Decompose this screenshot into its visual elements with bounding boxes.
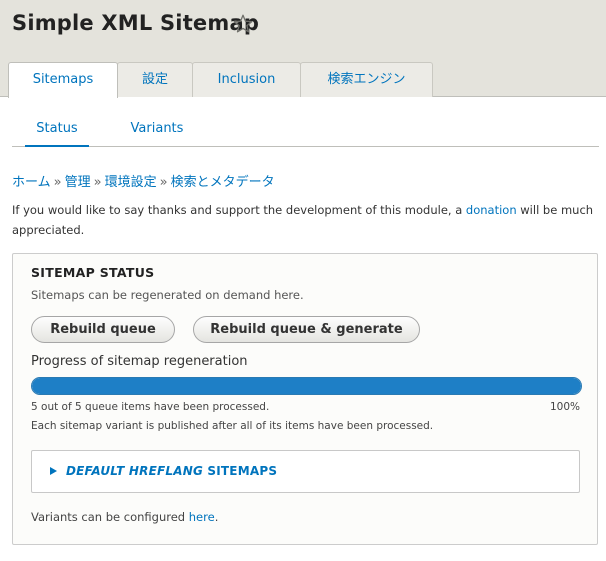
page-title: Simple XML Sitemap bbox=[12, 11, 260, 35]
variants-note-end: . bbox=[214, 510, 219, 524]
details-summary[interactable]: DEFAULT HREFLANG SITEMAPS bbox=[66, 464, 277, 478]
primary-tabs: Sitemaps 設定 Inclusion 検索エンジン bbox=[8, 62, 433, 98]
rebuild-queue-button[interactable]: Rebuild queue bbox=[31, 316, 175, 343]
tab-variants[interactable]: Variants bbox=[123, 114, 191, 147]
breadcrumb-admin[interactable]: 管理 bbox=[65, 175, 91, 190]
progress-message: 5 out of 5 queue items have been process… bbox=[31, 401, 270, 413]
donation-link[interactable]: donation bbox=[466, 203, 517, 217]
triangle-right-icon bbox=[50, 467, 57, 475]
sitemap-status-fieldset: SITEMAP STATUS Sitemaps can be regenerat… bbox=[12, 253, 598, 545]
breadcrumb-separator: » bbox=[93, 175, 102, 190]
tab-inclusion[interactable]: Inclusion bbox=[192, 62, 301, 97]
breadcrumb-separator: » bbox=[53, 175, 62, 190]
details-summary-rest: SITEMAPS bbox=[203, 464, 278, 478]
breadcrumb-search-metadata[interactable]: 検索とメタデータ bbox=[171, 175, 275, 190]
breadcrumb: ホーム» 管理» 環境設定» 検索とメタデータ bbox=[12, 171, 275, 190]
variants-note-text: Variants can be configured bbox=[31, 510, 189, 524]
tab-status[interactable]: Status bbox=[25, 114, 89, 147]
details-default-hreflang[interactable]: DEFAULT HREFLANG SITEMAPS bbox=[31, 450, 580, 493]
breadcrumb-config[interactable]: 環境設定 bbox=[105, 175, 157, 190]
progress-title: Progress of sitemap regeneration bbox=[31, 354, 248, 369]
variants-here-link[interactable]: here bbox=[189, 510, 215, 524]
tab-sitemaps[interactable]: Sitemaps bbox=[8, 62, 118, 98]
rebuild-queue-generate-button[interactable]: Rebuild queue & generate bbox=[193, 316, 420, 343]
progress-bar bbox=[31, 377, 582, 395]
donation-text: If you would like to say thanks and supp… bbox=[12, 203, 466, 217]
tab-search-engines[interactable]: 検索エンジン bbox=[300, 62, 433, 97]
progress-note: Each sitemap variant is published after … bbox=[31, 420, 434, 432]
details-summary-italic: DEFAULT HREFLANG bbox=[66, 464, 204, 478]
donation-message: If you would like to say thanks and supp… bbox=[12, 200, 597, 240]
progress-percent: 100% bbox=[549, 401, 580, 413]
breadcrumb-separator: » bbox=[159, 175, 168, 190]
breadcrumb-home[interactable]: ホーム bbox=[12, 175, 51, 190]
fieldset-description: Sitemaps can be regenerated on demand he… bbox=[31, 288, 304, 302]
progress-fill bbox=[32, 378, 581, 394]
secondary-tabs: Status Variants bbox=[12, 114, 599, 147]
fieldset-legend: SITEMAP STATUS bbox=[31, 265, 155, 280]
tab-settings[interactable]: 設定 bbox=[117, 62, 193, 97]
star-icon[interactable] bbox=[231, 12, 255, 36]
variants-note: Variants can be configured here. bbox=[31, 510, 218, 524]
